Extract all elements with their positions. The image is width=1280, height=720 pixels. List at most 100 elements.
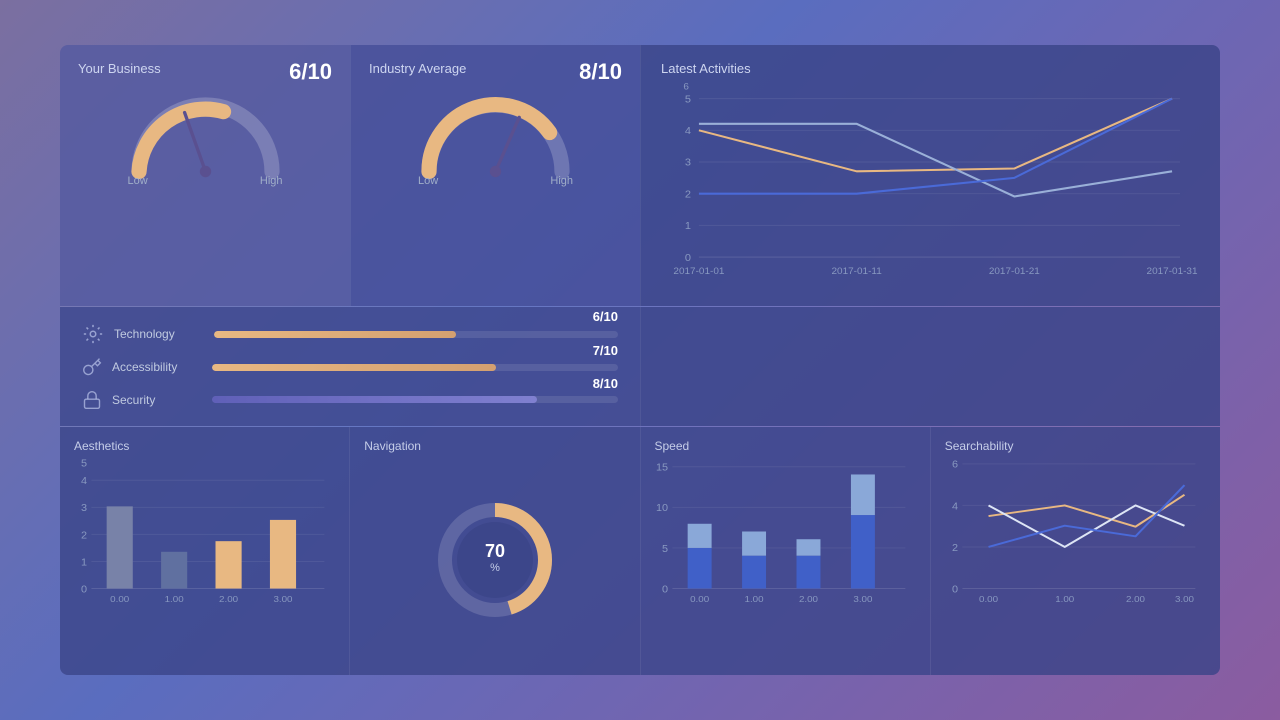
svg-text:4: 4 — [952, 502, 958, 512]
industry-avg-panel: Industry Average 8/10 Low High — [350, 45, 640, 306]
search-blue-line — [988, 485, 1184, 547]
speed-title: Speed — [655, 439, 916, 453]
sec-label: Security — [112, 393, 202, 407]
sec-bar — [212, 396, 537, 403]
speed-bar-1-top — [742, 532, 766, 556]
speed-bar-3-bot — [850, 515, 874, 588]
latest-title: Latest Activities — [661, 61, 1200, 76]
aesthetics-panel: Aesthetics 0 1 2 3 4 5 — [60, 427, 350, 675]
svg-text:2017-01-21: 2017-01-21 — [989, 266, 1040, 277]
gauge-ind-labels: Low High — [418, 175, 573, 187]
svg-text:3: 3 — [81, 504, 87, 514]
searchability-chart: 0 2 4 6 0.00 1.00 2.00 3.00 — [945, 459, 1206, 604]
svg-text:2: 2 — [952, 543, 958, 553]
svg-text:3.00: 3.00 — [273, 595, 292, 604]
svg-text:10: 10 — [655, 504, 667, 514]
svg-text:0.00: 0.00 — [110, 595, 129, 604]
svg-text:0: 0 — [662, 585, 668, 595]
key-icon — [82, 357, 102, 377]
your-business-score: 6/10 — [289, 59, 332, 85]
svg-text:5: 5 — [81, 459, 87, 469]
svg-text:4: 4 — [685, 125, 691, 137]
biz-high: High — [260, 175, 283, 187]
svg-text:5: 5 — [685, 94, 691, 106]
access-bar-bg — [212, 364, 618, 371]
svg-text:3.00: 3.00 — [1175, 595, 1194, 604]
speed-bar-1-bot — [742, 556, 766, 589]
navigation-panel: Navigation 70 % — [350, 427, 640, 675]
speed-bar-2-top — [796, 539, 820, 555]
latest-activities-cont — [640, 307, 1220, 426]
svg-text:15: 15 — [655, 463, 667, 473]
donut-container: 70 % — [364, 457, 625, 663]
svg-text:1: 1 — [685, 220, 691, 232]
svg-text:2017-01-31: 2017-01-31 — [1147, 266, 1198, 277]
searchability-panel: Searchability 0 2 4 6 0.00 — [931, 427, 1220, 675]
svg-text:2.00: 2.00 — [219, 595, 238, 604]
access-label: Accessibility — [112, 360, 202, 374]
gear-icon — [82, 323, 104, 345]
aesthetics-chart: 0 1 2 3 4 5 — [74, 459, 335, 604]
gauge-industry: Low High — [369, 86, 622, 187]
svg-text:1.00: 1.00 — [165, 595, 184, 604]
tech-score: 6/10 — [593, 309, 618, 324]
svg-text:70: 70 — [485, 541, 505, 561]
gauge-business: Low High — [78, 86, 332, 187]
donut-svg: 70 % — [430, 495, 560, 625]
svg-text:2: 2 — [81, 531, 87, 541]
sec-bar-bg — [212, 396, 618, 403]
svg-text:4: 4 — [81, 477, 87, 487]
speed-chart: 0 5 10 15 — [655, 459, 916, 604]
svg-text:0.00: 0.00 — [690, 595, 709, 604]
gauge-svg-biz — [118, 86, 293, 181]
svg-text:1.00: 1.00 — [744, 595, 763, 604]
svg-text:0.00: 0.00 — [979, 595, 998, 604]
svg-text:6: 6 — [683, 82, 689, 93]
your-business-panel: Your Business 6/10 Low High — [60, 45, 350, 306]
aesthetics-bar-2 — [216, 541, 242, 588]
svg-text:2.00: 2.00 — [1126, 595, 1145, 604]
aesthetics-bar-0 — [107, 506, 133, 588]
accessibility-row: 7/10 Accessibility — [82, 357, 618, 377]
svg-text:2.00: 2.00 — [798, 595, 817, 604]
aesthetics-bar-1 — [161, 552, 187, 589]
svg-text:0: 0 — [952, 585, 958, 595]
svg-text:2017-01-11: 2017-01-11 — [832, 266, 882, 277]
speed-bar-0-top — [687, 524, 711, 548]
gauge-biz-labels: Low High — [128, 175, 283, 187]
svg-text:2: 2 — [685, 189, 691, 201]
metrics-panel: 6/10 Technology 7/10 Accessibility 8/10 — [60, 307, 640, 426]
technology-row: 6/10 Technology — [82, 323, 618, 345]
access-score: 7/10 — [593, 343, 618, 358]
svg-text:0: 0 — [685, 252, 691, 264]
svg-text:0: 0 — [81, 585, 87, 595]
access-bar — [212, 364, 496, 371]
tech-bar-bg — [214, 331, 618, 338]
svg-text:2017-01-01: 2017-01-01 — [673, 266, 724, 277]
aesthetics-bar-3 — [270, 520, 296, 589]
speed-panel: Speed 0 5 10 15 — [641, 427, 931, 675]
tech-label: Technology — [114, 327, 204, 341]
security-row: 8/10 Security — [82, 390, 618, 410]
svg-text:%: % — [490, 562, 500, 574]
lock-icon — [82, 390, 102, 410]
svg-text:3: 3 — [685, 157, 691, 169]
speed-bar-0-bot — [687, 548, 711, 589]
navigation-title: Navigation — [364, 439, 625, 453]
gauge-svg-ind — [408, 86, 583, 181]
industry-avg-score: 8/10 — [579, 59, 622, 85]
aesthetics-title: Aesthetics — [74, 439, 335, 453]
svg-text:6: 6 — [952, 460, 958, 470]
sec-score: 8/10 — [593, 376, 618, 391]
svg-text:5: 5 — [662, 544, 668, 554]
speed-bar-3-top — [850, 474, 874, 515]
latest-activities-panel: Latest Activities 0 1 2 3 4 5 6 2017-01-… — [640, 45, 1220, 306]
svg-text:1: 1 — [81, 558, 87, 568]
ind-high: High — [550, 175, 573, 187]
latest-chart: 0 1 2 3 4 5 6 2017-01-01 2017-01-11 2017… — [661, 80, 1200, 285]
svg-text:3.00: 3.00 — [853, 595, 872, 604]
searchability-title: Searchability — [945, 439, 1206, 453]
tech-bar — [214, 331, 456, 338]
biz-low: Low — [128, 175, 148, 187]
ind-low: Low — [418, 175, 438, 187]
